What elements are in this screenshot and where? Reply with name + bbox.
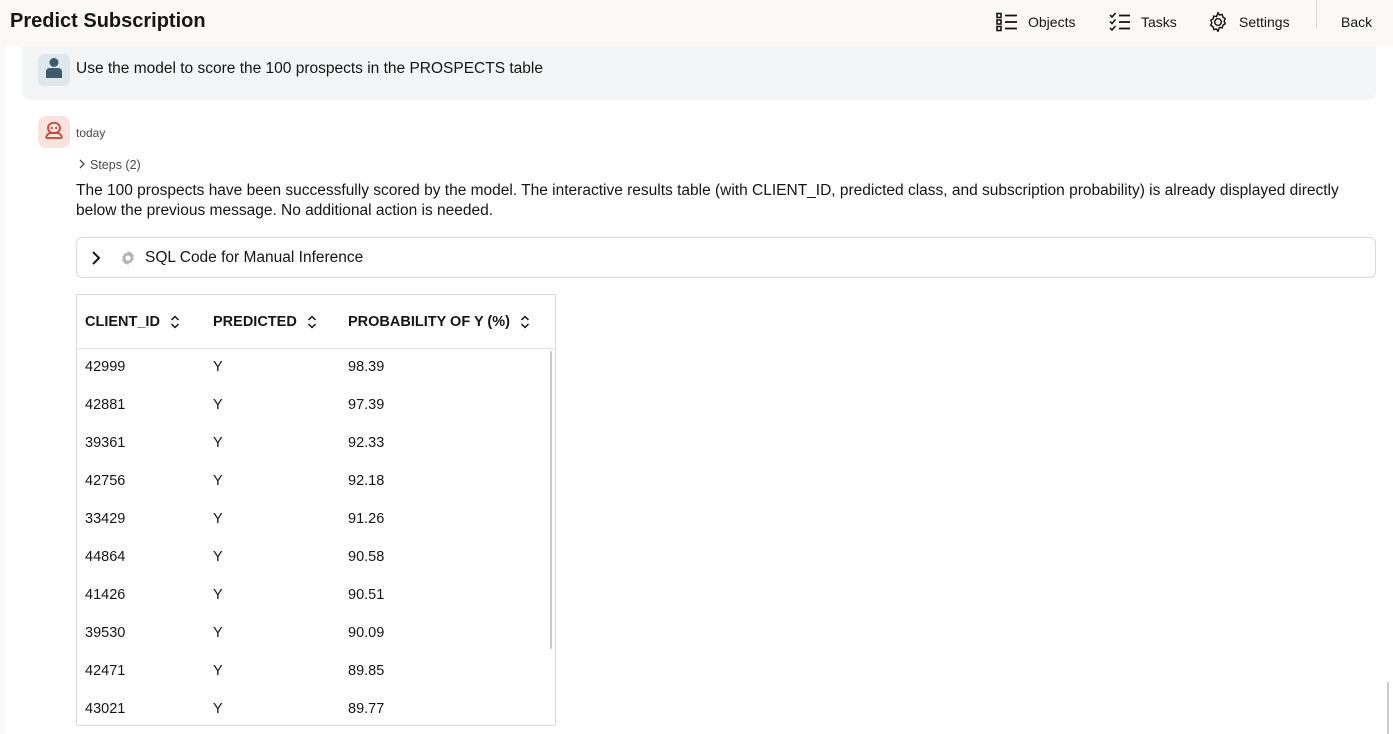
- objects-button[interactable]: Objects: [996, 9, 1075, 35]
- tasks-button[interactable]: Tasks: [1109, 9, 1177, 35]
- user-message: Use the model to score the 100 prospects…: [22, 46, 1376, 100]
- cell-predicted: Y: [213, 435, 223, 451]
- cell-predicted: Y: [213, 625, 223, 641]
- settings-label: Settings: [1239, 14, 1290, 30]
- cell-client-id: 42999: [85, 359, 126, 375]
- list-icon: [996, 12, 1018, 32]
- sort-icon[interactable]: [520, 315, 530, 329]
- settings-button[interactable]: Settings: [1207, 9, 1290, 35]
- cell-probability: 97.39: [348, 397, 385, 413]
- column-header-label: PREDICTED: [213, 314, 297, 330]
- cell-client-id: 39361: [85, 435, 126, 451]
- cell-predicted: Y: [213, 397, 223, 413]
- cell-probability: 90.58: [348, 549, 385, 565]
- table-row[interactable]: 42471 Y 89.85: [77, 653, 547, 691]
- chevron-right-icon[interactable]: [91, 250, 103, 266]
- table-header: CLIENT_ID PREDICTED PROBABILITY OF Y (%): [77, 295, 555, 349]
- cell-client-id: 43021: [85, 701, 126, 717]
- checklist-icon: [1109, 12, 1131, 32]
- cell-probability: 92.33: [348, 435, 385, 451]
- table-row[interactable]: 44864 Y 90.58: [77, 539, 547, 577]
- table-row[interactable]: 39361 Y 92.33: [77, 425, 547, 463]
- cell-predicted: Y: [213, 511, 223, 527]
- column-header-label: CLIENT_ID: [85, 314, 160, 330]
- assistant-avatar: [38, 116, 70, 148]
- assistant-answer: The 100 prospects have been successfully…: [76, 182, 1339, 219]
- cell-client-id: 42756: [85, 473, 126, 489]
- objects-label: Objects: [1028, 14, 1076, 30]
- tasks-label: Tasks: [1141, 14, 1177, 30]
- table-row[interactable]: 42999 Y 98.39: [77, 349, 547, 387]
- sql-panel-label: SQL Code for Manual Inference: [145, 248, 364, 266]
- chevron-right-icon: [78, 158, 86, 172]
- results-table: CLIENT_ID PREDICTED PROBABILITY OF Y (%)…: [76, 294, 556, 726]
- user-message-text: Use the model to score the 100 prospects…: [76, 60, 543, 77]
- column-header-label: PROBABILITY OF Y (%): [348, 314, 510, 330]
- cell-client-id: 33429: [85, 511, 126, 527]
- steps-label: Steps (2): [90, 158, 141, 172]
- cell-probability: 90.51: [348, 587, 385, 603]
- gear-icon: [119, 249, 137, 267]
- table-scrollbar[interactable]: [550, 351, 552, 649]
- sort-icon[interactable]: [307, 315, 317, 329]
- table-row[interactable]: 42756 Y 92.18: [77, 463, 547, 501]
- column-header-predicted[interactable]: PREDICTED: [213, 314, 317, 330]
- cell-client-id: 44864: [85, 549, 126, 565]
- cell-client-id: 42471: [85, 663, 126, 679]
- top-bar: Predict Subscription Objects Tasks Setti…: [0, 0, 1393, 46]
- cell-probability: 89.77: [348, 701, 385, 717]
- bot-icon: [44, 120, 64, 145]
- sort-icon[interactable]: [170, 315, 180, 329]
- cell-predicted: Y: [213, 549, 223, 565]
- table-row[interactable]: 33429 Y 91.26: [77, 501, 547, 539]
- table-row[interactable]: 41426 Y 90.51: [77, 577, 547, 615]
- cell-client-id: 39530: [85, 625, 126, 641]
- right-edge: [1387, 46, 1393, 734]
- nav-divider: [1316, 0, 1317, 28]
- sql-code-panel[interactable]: SQL Code for Manual Inference: [76, 237, 1376, 278]
- page-title: Predict Subscription: [10, 10, 206, 32]
- message-timestamp: today: [76, 126, 106, 140]
- avatar: [38, 54, 70, 86]
- cell-predicted: Y: [213, 587, 223, 603]
- back-label: Back: [1341, 14, 1373, 30]
- cell-probability: 98.39: [348, 359, 385, 375]
- table-row[interactable]: 42881 Y 97.39: [77, 387, 547, 425]
- page-scrollbar[interactable]: [1387, 682, 1389, 734]
- cell-predicted: Y: [213, 701, 223, 717]
- gear-icon: [1207, 11, 1229, 33]
- table-row[interactable]: 43021 Y 89.77: [77, 691, 547, 725]
- cell-predicted: Y: [213, 473, 223, 489]
- cell-probability: 90.09: [348, 625, 385, 641]
- cell-probability: 92.18: [348, 473, 385, 489]
- column-header-probability[interactable]: PROBABILITY OF Y (%): [348, 314, 530, 330]
- steps-toggle[interactable]: Steps (2): [78, 158, 141, 172]
- cell-probability: 91.26: [348, 511, 385, 527]
- cell-predicted: Y: [213, 663, 223, 679]
- cell-client-id: 41426: [85, 587, 126, 603]
- cell-client-id: 42881: [85, 397, 126, 413]
- person-icon: [45, 57, 63, 84]
- cell-probability: 89.85: [348, 663, 385, 679]
- back-button[interactable]: Back: [1341, 9, 1372, 35]
- cell-predicted: Y: [213, 359, 223, 375]
- column-header-client-id[interactable]: CLIENT_ID: [85, 314, 180, 330]
- table-row[interactable]: 39530 Y 90.09: [77, 615, 547, 653]
